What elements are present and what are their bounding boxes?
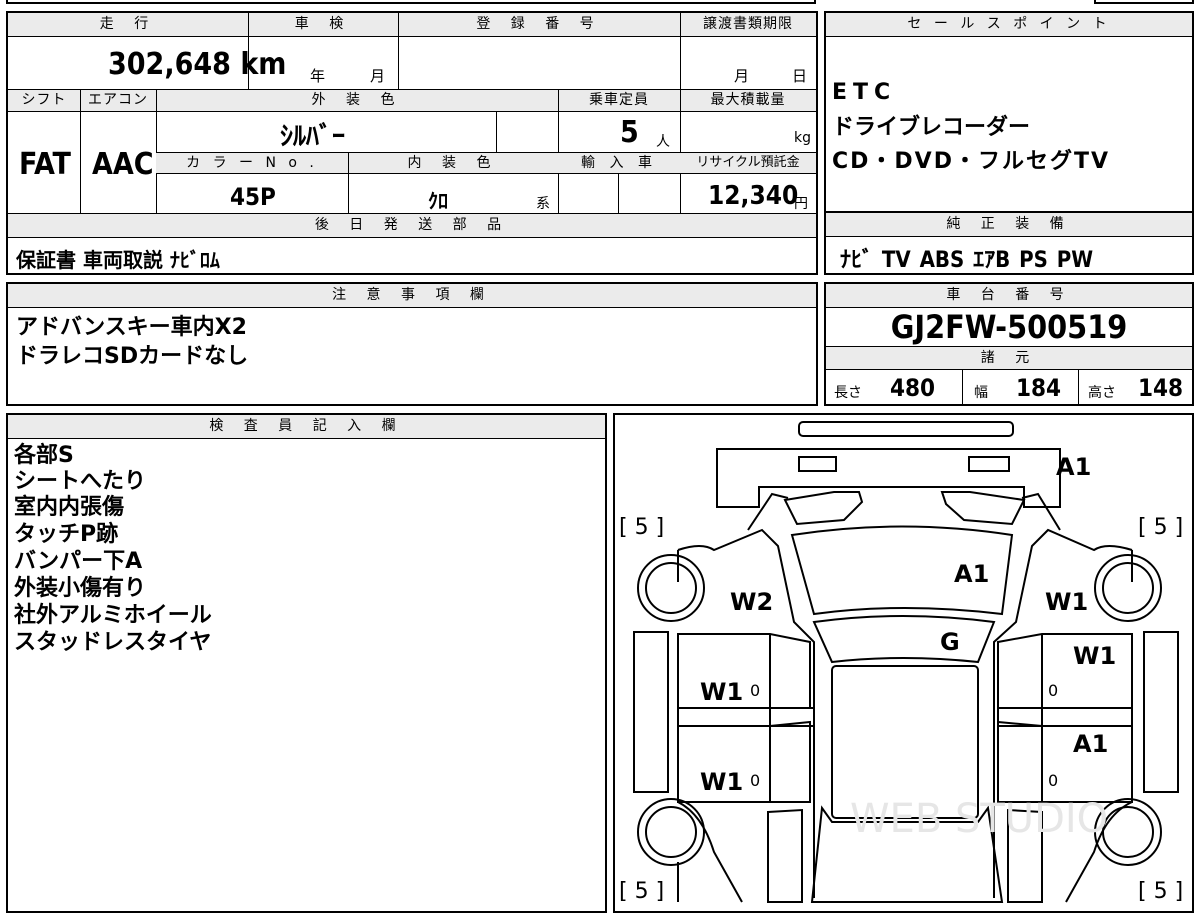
notes-box: 注 意 事 項 欄 アドバンスキー車内X2 ドラレコSDカードなし [6, 282, 818, 406]
chassis-value: GJ2FW-500519 [890, 308, 1128, 346]
capacity-label: 乗車定員 [558, 90, 680, 112]
chassis-box: 車 台 番 号 GJ2FW-500519 諸 元 長さ 480 幅 184 高さ… [824, 282, 1194, 406]
shift-value: FAT [19, 147, 71, 182]
height-label: 高さ [1088, 385, 1116, 401]
import-label: 輸 入 車 [558, 152, 680, 174]
sales-point-box: セ ー ル ス ポ イ ン ト ETC ドライブレコーダー CD・DVD・フルセ… [824, 11, 1194, 213]
color-no-value: 45P [230, 183, 276, 211]
width-label: 幅 [974, 385, 988, 401]
specs-label: 諸 元 [826, 346, 1192, 370]
car-diagram: [ 5 ] [ 5 ] [ 5 ] [ 5 ] A1 A1 W2 W1 G W1… [619, 421, 1183, 904]
deadline-day: 日 [792, 67, 808, 85]
car-diagram-box: [ 5 ] [ 5 ] [ 5 ] [ 5 ] A1 A1 W2 W1 G W1… [613, 413, 1194, 913]
vehicle-info-table: 走 行 車 検 登 録 番 号 譲渡書類期限 302,648 km 年 月 月 … [6, 11, 818, 275]
watermark: WEB STUDIO [850, 796, 1108, 842]
inspection-year: 年 [310, 67, 326, 85]
mileage-label: 走 行 [8, 13, 248, 37]
inspector-line-8: スタッドレスタイヤ [14, 630, 212, 655]
inspection-month: 月 [370, 67, 386, 85]
hood-label: A1 [954, 560, 989, 588]
later-parts-label: 後 日 発 送 部 品 [8, 214, 816, 238]
inspector-line-2: シートへたり [14, 469, 147, 494]
windshield-label: G [940, 628, 960, 656]
inspector-box: 検 査 員 記 入 欄 各部S シートへたり 室内内張傷 タッチP跡 バンパー下… [6, 413, 607, 913]
later-parts-value: 保証書 車両取説 ﾅﾋﾞﾛﾑ [16, 248, 220, 272]
height-value: 148 [1138, 374, 1184, 402]
right-front-door-label: W1 [1073, 642, 1116, 670]
top-strip [6, 0, 816, 4]
inspector-line-7: 社外アルミホイール [14, 603, 212, 628]
mileage-value: 302,648 km [108, 47, 287, 82]
small-zero-d: 0 [1048, 771, 1058, 790]
interior-color-label: 内 装 色 [348, 152, 558, 174]
capacity-unit: 人 [656, 134, 670, 150]
tire-fl-label: [ 5 ] [619, 515, 664, 540]
top-strip-right [1094, 0, 1194, 4]
color-no-label: カ ラ ー N o . [156, 152, 348, 174]
sales-point-line-2: ドライブレコーダー [832, 115, 1031, 140]
tire-rr-label: [ 5 ] [1138, 879, 1183, 904]
interior-kei: 系 [536, 196, 550, 212]
registration-label: 登 録 番 号 [398, 13, 680, 37]
genuine-label: 純 正 装 備 [826, 213, 1192, 237]
max-load-label: 最大積載量 [680, 90, 816, 112]
recycle-label: リサイクル預託金 [680, 152, 816, 174]
front-bumper-label: A1 [1056, 453, 1091, 481]
tire-fr-label: [ 5 ] [1138, 515, 1183, 540]
inspection-label: 車 検 [248, 13, 398, 37]
shift-label: シフト [8, 90, 80, 112]
notes-line-1: アドバンスキー車内X2 [16, 315, 247, 340]
capacity-value: 5 [620, 115, 639, 150]
inspector-line-6: 外装小傷有り [14, 576, 147, 601]
tire-rl-label: [ 5 ] [619, 879, 664, 904]
length-label: 長さ [834, 385, 862, 401]
left-rear-door-label: W1 [700, 768, 743, 796]
transfer-deadline-label: 譲渡書類期限 [680, 13, 816, 37]
genuine-value: ﾅﾋﾞ TV ABS ｴｱB PS PW [840, 248, 1094, 273]
deadline-month: 月 [734, 67, 750, 85]
aircon-label: エアコン [80, 90, 156, 112]
exterior-color-label: 外 装 色 [156, 90, 558, 112]
left-front-fender-label: W2 [730, 588, 773, 616]
right-rear-door-label: A1 [1073, 730, 1108, 758]
chassis-label: 車 台 番 号 [826, 284, 1192, 308]
small-zero-a: 0 [750, 681, 760, 700]
notes-line-2: ドラレコSDカードなし [16, 344, 249, 369]
width-value: 184 [1016, 374, 1062, 402]
inspector-line-4: タッチP跡 [14, 522, 119, 547]
small-zero-b: 0 [750, 771, 760, 790]
small-zero-c: 0 [1048, 681, 1058, 700]
notes-label: 注 意 事 項 欄 [8, 284, 816, 308]
length-value: 480 [890, 374, 936, 402]
aircon-value: AAC [92, 147, 154, 182]
exterior-color-value: ｼﾙﾊﾞｰ [280, 122, 346, 152]
recycle-unit: 円 [794, 196, 808, 212]
inspector-line-5: バンパー下A [14, 549, 143, 574]
max-load-unit: kg [794, 130, 811, 146]
inspector-line-3: 室内内張傷 [14, 495, 125, 520]
genuine-equipment-box: 純 正 装 備 ﾅﾋﾞ TV ABS ｴｱB PS PW [824, 211, 1194, 275]
sales-point-label: セ ー ル ス ポ イ ン ト [826, 13, 1192, 37]
interior-color-value: ｸﾛ [428, 189, 448, 213]
right-front-fender-label: W1 [1045, 588, 1088, 616]
inspector-line-1: 各部S [14, 443, 74, 468]
inspector-label: 検 査 員 記 入 欄 [8, 415, 605, 439]
recycle-value: 12,340 [708, 181, 799, 211]
sales-point-line-1: ETC [832, 80, 897, 105]
sales-point-line-3: CD・DVD・フルセグTV [832, 149, 1110, 174]
left-front-door-label: W1 [700, 678, 743, 706]
